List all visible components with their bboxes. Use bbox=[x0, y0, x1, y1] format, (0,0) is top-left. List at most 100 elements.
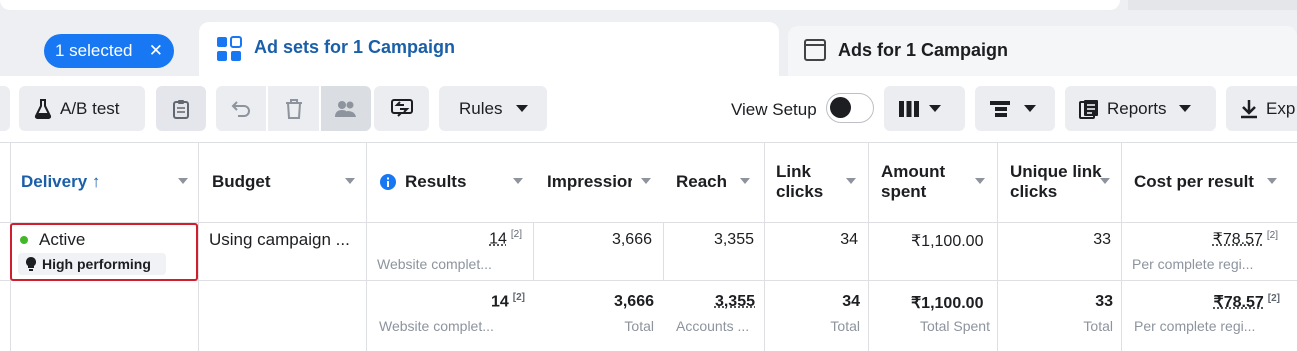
total-cost-sup: [2] bbox=[1267, 292, 1280, 304]
cost-sub: Per complete regi... bbox=[1132, 256, 1254, 272]
export-button[interactable]: Exp bbox=[1226, 86, 1297, 131]
chevron-down-icon bbox=[929, 105, 941, 112]
column-header-amount-spent[interactable]: Amount spent bbox=[881, 142, 997, 222]
total-cost-sub: Per complete regi... bbox=[1134, 318, 1256, 334]
columns-dropdown[interactable] bbox=[884, 86, 965, 131]
chevron-down-icon[interactable] bbox=[846, 178, 856, 184]
clipboard-icon bbox=[173, 99, 189, 119]
tab-ad-sets[interactable]: Ad sets for 1 Campaign bbox=[199, 22, 779, 78]
close-icon[interactable]: ✕ bbox=[149, 41, 163, 61]
duplicate-button[interactable] bbox=[156, 86, 206, 131]
edit-button[interactable] bbox=[374, 86, 429, 131]
chevron-down-icon[interactable] bbox=[740, 178, 750, 184]
total-results-value: 14 bbox=[490, 293, 509, 311]
info-icon[interactable] bbox=[380, 174, 396, 190]
column-header-label: Amount spent bbox=[881, 162, 946, 201]
create-button[interactable] bbox=[0, 86, 10, 131]
cost-per-result-cell[interactable]: ₹78.57 [2] bbox=[1134, 229, 1278, 249]
results-value: 14 bbox=[489, 230, 507, 248]
column-header-impressions[interactable]: Impressior bbox=[547, 142, 632, 222]
chevron-down-icon[interactable] bbox=[641, 178, 651, 184]
column-header-results[interactable]: Results bbox=[380, 142, 533, 222]
column-header-label: Link clicks bbox=[776, 162, 824, 201]
toggle-knob bbox=[830, 97, 851, 118]
chevron-down-icon[interactable] bbox=[1267, 178, 1277, 184]
total-reach-sub: Accounts ... bbox=[676, 318, 750, 334]
results-sup: [2] bbox=[510, 229, 522, 240]
delivery-status: Active bbox=[39, 230, 86, 249]
delete-button[interactable] bbox=[268, 86, 319, 131]
status-dot bbox=[20, 236, 28, 244]
total-cost-per-result: ₹78.57 [2] bbox=[1134, 292, 1280, 312]
reports-dropdown[interactable]: Reports bbox=[1065, 86, 1216, 131]
undo-button[interactable] bbox=[216, 86, 266, 131]
chevron-down-icon bbox=[1024, 105, 1036, 112]
total-amount-spent: ₹1,100.00 bbox=[911, 295, 984, 312]
tab-ads[interactable]: Ads for 1 Campaign bbox=[788, 26, 1297, 76]
rules-dropdown[interactable]: Rules bbox=[439, 86, 547, 131]
amount-spent-cell: ₹1,100.00 bbox=[911, 233, 984, 250]
audience-button[interactable] bbox=[321, 86, 371, 131]
badge-label: High performing bbox=[42, 256, 151, 272]
selection-pill[interactable]: 1 selected ✕ bbox=[44, 34, 174, 68]
total-results: 14 [2] bbox=[380, 292, 525, 311]
results-cell[interactable]: 14 [2] bbox=[380, 229, 522, 248]
high-performing-badge[interactable]: High performing bbox=[18, 253, 166, 275]
divider bbox=[663, 222, 664, 280]
total-unique-link-clicks: 33 bbox=[1095, 293, 1113, 310]
chevron-down-icon[interactable] bbox=[975, 178, 985, 184]
breakdown-icon bbox=[990, 100, 1010, 117]
column-header-reach[interactable]: Reach bbox=[676, 142, 764, 222]
view-setup-label: View Setup bbox=[731, 100, 817, 119]
total-impressions-sub: Total bbox=[624, 318, 654, 334]
reports-icon bbox=[1079, 99, 1098, 119]
breakdown-dropdown[interactable] bbox=[975, 86, 1055, 131]
ab-test-button[interactable]: A/B test bbox=[19, 86, 145, 131]
unique-link-clicks-cell: 33 bbox=[1093, 231, 1111, 248]
total-results-sup: [2] bbox=[512, 292, 525, 303]
window-edge bbox=[1128, 0, 1297, 10]
column-header-label: Unique link clicks bbox=[1010, 162, 1102, 201]
chevron-down-icon bbox=[1178, 105, 1191, 112]
divider bbox=[366, 142, 367, 351]
rules-label: Rules bbox=[459, 98, 503, 118]
column-header-cost-per-result[interactable]: Cost per result bbox=[1134, 142, 1297, 222]
columns-icon bbox=[899, 100, 919, 117]
total-link-clicks-sub: Total bbox=[830, 318, 860, 334]
chevron-down-icon bbox=[516, 105, 529, 112]
tab-ads-label: Ads for 1 Campaign bbox=[838, 40, 1009, 60]
budget-cell[interactable]: Using campaign ... bbox=[209, 230, 350, 250]
total-reach: 3,355 bbox=[714, 293, 755, 310]
selection-label: 1 selected bbox=[55, 41, 133, 60]
cost-value: ₹78.57 bbox=[1212, 231, 1263, 248]
divider bbox=[198, 142, 199, 351]
total-amount-spent-sub: Total Spent bbox=[919, 318, 990, 334]
chevron-down-icon[interactable] bbox=[178, 178, 188, 184]
view-setup-toggle[interactable] bbox=[826, 93, 874, 123]
chevron-down-icon[interactable] bbox=[513, 178, 523, 184]
results-sub: Website complet... bbox=[377, 256, 492, 272]
total-results-sub: Website complet... bbox=[379, 318, 494, 334]
column-header-label: Budget bbox=[212, 172, 271, 191]
trash-icon bbox=[285, 98, 302, 119]
download-icon bbox=[1241, 99, 1257, 118]
column-header-unique-link-clicks[interactable]: Unique link clicks bbox=[1010, 142, 1121, 222]
tab-ad-sets-label: Ad sets for 1 Campaign bbox=[254, 37, 456, 57]
flask-icon bbox=[34, 98, 52, 119]
total-link-clicks: 34 bbox=[842, 293, 860, 310]
chevron-down-icon[interactable] bbox=[345, 178, 355, 184]
column-header-budget[interactable]: Budget bbox=[212, 142, 366, 222]
export-label: Exp bbox=[1266, 98, 1296, 118]
link-clicks-cell: 34 bbox=[840, 231, 858, 248]
grid-icon bbox=[217, 36, 242, 61]
column-header-delivery[interactable]: Delivery ↑ bbox=[21, 142, 198, 222]
divider bbox=[868, 142, 869, 351]
total-cost-value: ₹78.57 bbox=[1213, 294, 1264, 311]
lightbulb-icon bbox=[26, 257, 36, 271]
chevron-down-icon[interactable] bbox=[1100, 178, 1110, 184]
column-header-link-clicks[interactable]: Link clicks bbox=[776, 142, 868, 222]
column-header-sort[interactable] bbox=[641, 142, 653, 222]
divider bbox=[764, 142, 765, 351]
column-header-label: Reach bbox=[676, 172, 728, 191]
cost-sup: [2] bbox=[1266, 229, 1278, 241]
